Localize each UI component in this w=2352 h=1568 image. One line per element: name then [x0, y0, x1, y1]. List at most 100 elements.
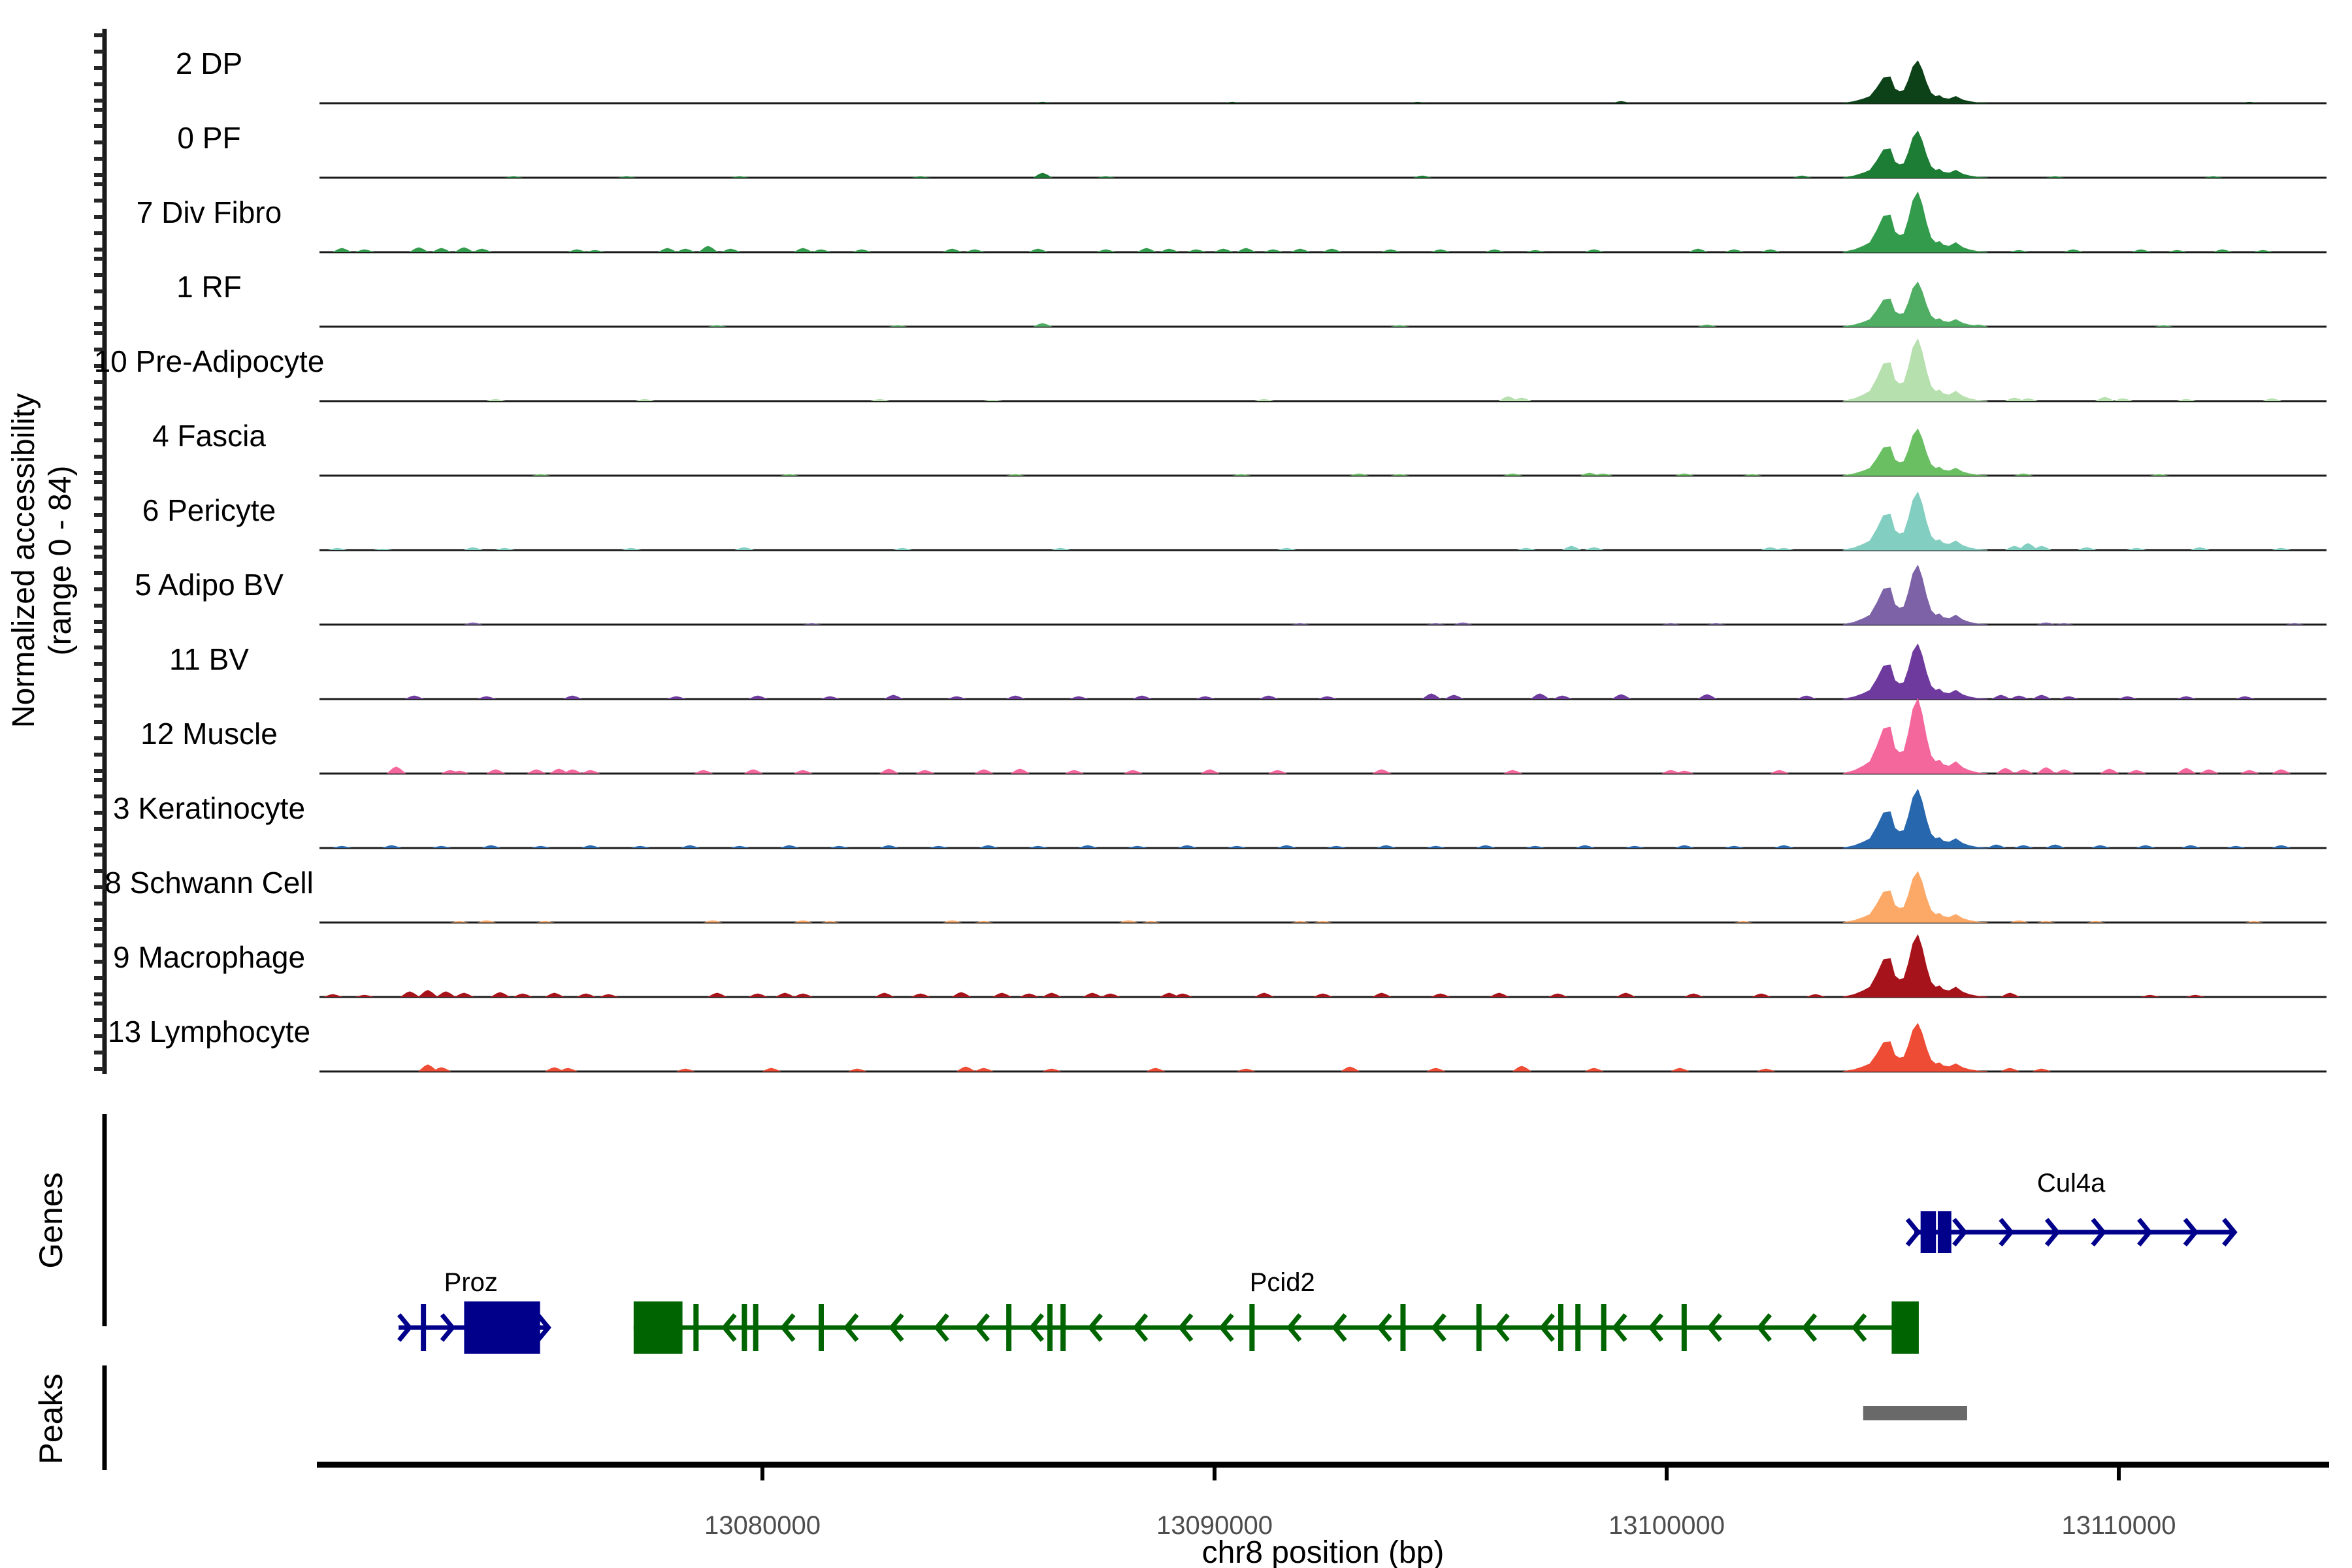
track-signal-area	[1843, 644, 1987, 699]
track-noise-bump	[1987, 845, 2006, 848]
track-noise-bump	[1512, 1066, 1531, 1071]
track-noise-bump	[1268, 770, 1288, 774]
track-noise-bump	[630, 846, 650, 848]
track-signal-area	[1843, 872, 1987, 923]
track-noise-bump	[1774, 548, 1794, 550]
track-noise-bump	[1612, 694, 1631, 699]
track-signal-area	[1843, 789, 1987, 848]
track-noise-bump	[323, 994, 343, 997]
track-noise-bump	[698, 246, 718, 252]
track-noise-bump	[947, 696, 967, 699]
track-noise-bump	[463, 547, 483, 550]
track-noise-bump	[545, 993, 564, 997]
track-11-bv: 11 BV	[169, 642, 2327, 699]
track-noise-bump	[776, 993, 795, 997]
track-noise-bump	[1445, 695, 1464, 699]
exon-tick	[1006, 1304, 1011, 1351]
track-noise-bump	[1064, 770, 1084, 774]
track-noise-bump	[1761, 250, 1780, 252]
track-noise-bump	[1042, 993, 1062, 997]
track-noise-bump	[2018, 399, 2038, 401]
track-noise-bump	[1625, 846, 1644, 848]
x-tick-label: 13100000	[1609, 1511, 1725, 1540]
track-noise-bump	[1612, 101, 1631, 103]
track-noise-bump	[793, 248, 813, 252]
track-noise-bump	[1431, 994, 1450, 997]
track-noise-bump	[1675, 474, 1695, 476]
track-7-div-fibro: 7 Div Fibro	[137, 192, 2327, 252]
track-noise-bump	[2001, 1068, 2020, 1071]
track-label: 6 Pericyte	[142, 493, 276, 527]
exon-box	[464, 1301, 540, 1354]
exon-tick	[1060, 1304, 1066, 1351]
track-label: 0 PF	[177, 121, 240, 155]
track-noise-bump	[1349, 474, 1369, 476]
track-noise-bump	[2177, 399, 2197, 401]
track-noise-bump	[2010, 921, 2029, 923]
exon-tick	[1558, 1304, 1563, 1351]
track-noise-bump	[2036, 767, 2056, 774]
track-noise-bump	[1228, 846, 1247, 848]
exon-tick	[1682, 1304, 1687, 1351]
track-noise-bump	[1236, 1069, 1256, 1071]
track-12-muscle: 12 Muscle	[140, 699, 2327, 774]
track-noise-bump	[1318, 696, 1337, 699]
track-noise-bump	[1548, 994, 1568, 997]
track-noise-bump	[1132, 696, 1152, 699]
track-noise-bump	[2118, 696, 2138, 699]
track-noise-bump	[929, 846, 949, 848]
y-axis-label-line2: (range 0 - 84)	[43, 466, 78, 656]
track-noise-bump	[1593, 474, 1613, 476]
track-label: 1 RF	[176, 270, 242, 304]
exon-tick	[819, 1304, 824, 1351]
exon-box	[1921, 1211, 1936, 1253]
track-noise-bump	[943, 921, 962, 923]
track-noise-bump	[387, 766, 406, 774]
track-noise-bump	[1259, 696, 1279, 699]
track-noise-bump	[1119, 921, 1138, 923]
track-noise-bump	[1675, 845, 1695, 848]
track-noise-bump	[915, 770, 935, 774]
track-noise-bump	[1553, 696, 1573, 699]
track-noise-bump	[2213, 250, 2232, 252]
track-noise-bump	[1101, 994, 1120, 997]
track-noise-bump	[1476, 845, 1495, 848]
track-10-pre-adipocyte: 10 Pre-Adipocyte	[94, 339, 2327, 401]
track-noise-bump	[1069, 696, 1088, 699]
track-noise-bump	[486, 399, 506, 401]
track-noise-bump	[1413, 176, 1432, 178]
exon-tick	[693, 1304, 698, 1351]
track-noise-bump	[793, 994, 813, 997]
track-noise-bump	[2185, 995, 2205, 997]
gene-pcid2: Pcid2	[634, 1268, 1919, 1354]
gene-proz: Proz	[399, 1268, 548, 1354]
exon-tick	[1601, 1304, 1607, 1351]
track-signal-area	[1843, 492, 1987, 550]
track-noise-bump	[1431, 250, 1450, 252]
track-noise-bump	[432, 846, 451, 848]
track-label: 12 Muscle	[140, 717, 278, 751]
track-noise-bump	[2114, 399, 2133, 401]
track-noise-bump	[847, 1069, 867, 1071]
exon-tick	[1400, 1304, 1405, 1351]
track-label: 8 Schwann Cell	[105, 866, 314, 900]
track-noise-bump	[355, 250, 374, 252]
track-label: 11 BV	[169, 642, 249, 676]
track-noise-bump	[748, 696, 768, 699]
track-noise-bump	[2253, 250, 2273, 252]
track-noise-bump	[870, 399, 890, 401]
track-noise-bump	[1490, 993, 1509, 997]
track-noise-bump	[527, 770, 546, 774]
peak-bar	[1863, 1406, 1967, 1420]
track-noise-bump	[1028, 846, 1048, 848]
exon-box	[634, 1301, 683, 1354]
track-noise-bump	[1160, 249, 1179, 252]
track-noise-bump	[1042, 1069, 1062, 1071]
x-tick-label: 13080000	[704, 1511, 821, 1540]
track-noise-bump	[974, 1068, 994, 1071]
track-noise-bump	[1584, 547, 1604, 550]
track-noise-bump	[676, 249, 695, 252]
track-noise-bump	[956, 1066, 975, 1071]
track-noise-bump	[1051, 548, 1071, 550]
track-noise-bump	[454, 993, 474, 997]
